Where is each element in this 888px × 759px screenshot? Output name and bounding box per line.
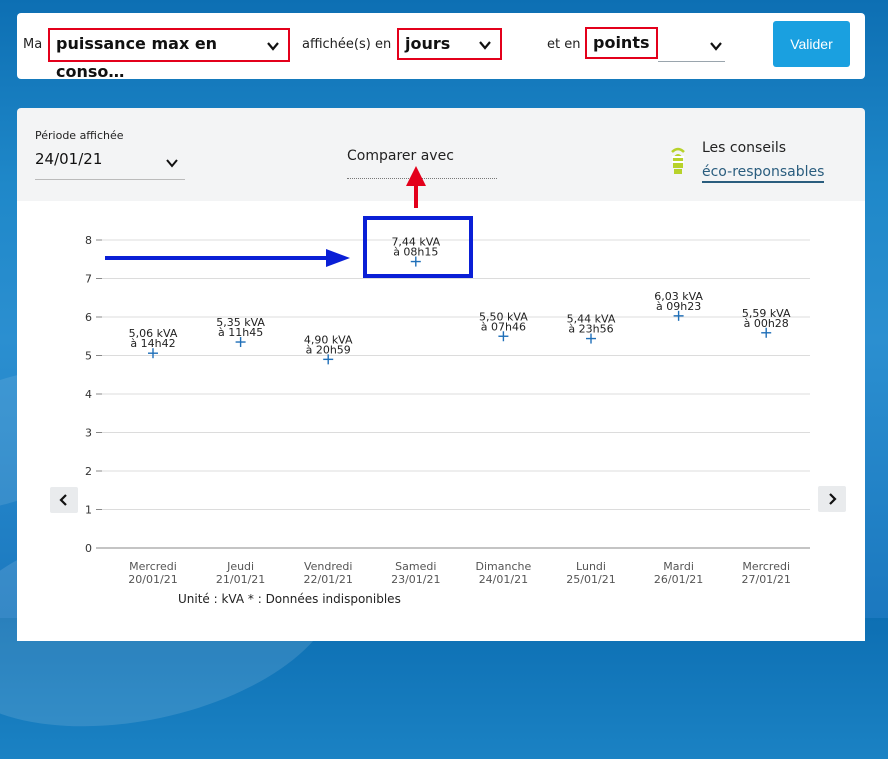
data-label-time: à 23h56 — [568, 323, 613, 336]
y-tick-label: 7 — [85, 273, 92, 286]
data-label-time: à 09h23 — [656, 300, 701, 313]
x-tick-label-day: Samedi — [395, 560, 436, 573]
data-label-time: à 08h15 — [393, 246, 438, 259]
chart-footnote: Unité : kVA * : Données indisponibles — [178, 592, 401, 606]
x-tick-label-day: Mercredi — [742, 560, 790, 573]
annotation-arrow-head — [326, 249, 350, 267]
x-tick-label-day: Lundi — [576, 560, 606, 573]
data-label-time: à 00h28 — [744, 317, 789, 330]
y-tick-label: 8 — [85, 234, 92, 247]
x-tick-label-day: Jeudi — [226, 560, 254, 573]
data-label-time: à 14h42 — [130, 337, 175, 350]
x-tick-label-date: 24/01/21 — [479, 573, 528, 586]
data-label-time: à 07h46 — [481, 320, 526, 333]
x-tick-label-date: 22/01/21 — [303, 573, 352, 586]
x-tick-label-date: 27/01/21 — [741, 573, 790, 586]
chart-grid — [102, 239, 810, 549]
x-tick-label-date: 20/01/21 — [128, 573, 177, 586]
y-tick-label: 5 — [85, 350, 92, 363]
y-tick-label: 6 — [85, 311, 92, 324]
data-label-time: à 11h45 — [218, 326, 263, 339]
y-tick-label: 0 — [85, 542, 92, 555]
y-tick-label: 4 — [85, 388, 92, 401]
x-tick-label-date: 23/01/21 — [391, 573, 440, 586]
x-axis: Mercredi20/01/21Jeudi21/01/21Vendredi22/… — [128, 560, 791, 586]
data-label-time: à 20h59 — [306, 343, 351, 356]
x-tick-label-day: Dimanche — [476, 560, 532, 573]
chart-points: 5,06 kVAà 14h425,35 kVAà 11h454,90 kVAà … — [129, 236, 791, 365]
y-tick-label: 3 — [85, 427, 92, 440]
x-tick-label-date: 26/01/21 — [654, 573, 703, 586]
annotation-up-arrow-head — [406, 166, 426, 186]
x-tick-label-day: Mercredi — [129, 560, 177, 573]
x-tick-label-date: 25/01/21 — [566, 573, 615, 586]
y-tick-label: 1 — [85, 504, 92, 517]
y-tick-label: 2 — [85, 465, 92, 478]
x-tick-label-day: Vendredi — [304, 560, 352, 573]
x-tick-label-day: Mardi — [663, 560, 694, 573]
power-chart: 012345678 Mercredi20/01/21Jeudi21/01/21V… — [85, 166, 810, 606]
x-tick-label-date: 21/01/21 — [216, 573, 265, 586]
y-axis: 0 1 2 3 4 5 6 7 8 — [85, 234, 102, 555]
